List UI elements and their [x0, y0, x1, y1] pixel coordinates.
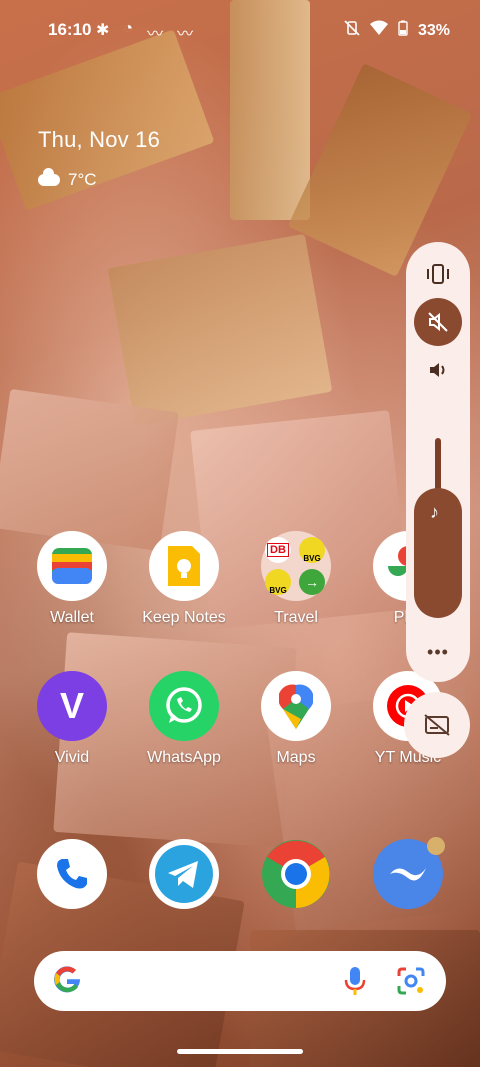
app-label: Vivid [54, 749, 90, 766]
telegram-icon [149, 839, 219, 909]
app-icon [373, 837, 445, 909]
vivid-icon: V [37, 671, 107, 741]
vibrate-off-icon [344, 20, 360, 41]
lens-icon[interactable] [396, 966, 426, 1001]
status-time: 16:10 [48, 20, 92, 39]
bvg-icon: BVG [265, 569, 291, 595]
app-label: Travel [274, 609, 318, 626]
app-maps[interactable]: Maps [241, 671, 351, 767]
more-settings-button[interactable]: ••• [406, 642, 470, 663]
dock-chrome[interactable] [241, 839, 351, 909]
music-note-icon: ♪ [430, 502, 439, 522]
dock-telegram[interactable] [129, 839, 239, 909]
app-label: Maps [276, 749, 316, 766]
live-caption-button[interactable] [404, 692, 470, 758]
battery-percentage: 33% [417, 21, 450, 39]
cloud-icon [38, 168, 60, 186]
notification-icons: ✱ ◔ 〰 〰 [96, 20, 193, 44]
chrome-icon [261, 839, 331, 909]
keep-notes-icon [149, 531, 219, 601]
wifi-icon [369, 20, 388, 41]
app-wallet[interactable]: Wallet [17, 531, 127, 627]
folder-icon: DB BVG BVG → [261, 531, 331, 601]
media-volume-slider[interactable]: ♪ [414, 488, 462, 618]
app-keep-notes[interactable]: Keep Notes [129, 531, 239, 627]
ring-mode-button[interactable] [414, 346, 462, 394]
dnd-icon: ◔ [123, 20, 134, 37]
mute-mode-button[interactable] [414, 298, 462, 346]
volume-panel: ♪ ••• [406, 242, 470, 682]
folder-travel[interactable]: DB BVG BVG → Travel [241, 531, 351, 627]
maps-icon [261, 671, 331, 741]
dock-phone[interactable] [17, 839, 127, 909]
app-label: Wallet [50, 609, 94, 626]
dock-app[interactable] [353, 837, 463, 909]
notification-badge [427, 837, 445, 855]
gesture-nav-handle[interactable] [177, 1049, 303, 1054]
temperature: 7°C [68, 170, 97, 189]
battery-icon [398, 20, 408, 41]
system-icons: 33% [344, 20, 450, 41]
bvg-icon: BVG [299, 537, 325, 563]
app-label: WhatsApp [147, 749, 221, 766]
app-label: Keep Notes [142, 609, 226, 626]
vibrate-mode-button[interactable] [414, 250, 462, 298]
google-logo-icon [52, 964, 82, 1002]
app-icon: 〰 [147, 26, 164, 43]
phone-icon [37, 839, 107, 909]
mic-icon[interactable] [344, 966, 366, 1001]
whatsapp-icon [149, 671, 219, 741]
status-bar: 16:10 ✱ ◔ 〰 〰 33% [0, 0, 480, 60]
app-whatsapp[interactable]: WhatsApp [129, 671, 239, 767]
app-vivid[interactable]: V Vivid [17, 671, 127, 767]
transit-icon: → [299, 569, 325, 595]
glance-date[interactable]: Thu, Nov 16 [38, 127, 160, 153]
google-search-bar[interactable] [34, 951, 446, 1011]
db-icon: DB [265, 537, 291, 563]
wallet-icon [37, 531, 107, 601]
glance-weather[interactable]: 7°C [38, 168, 97, 190]
app-icon: 〰 [177, 26, 194, 43]
slack-icon: ✱ [96, 22, 110, 39]
